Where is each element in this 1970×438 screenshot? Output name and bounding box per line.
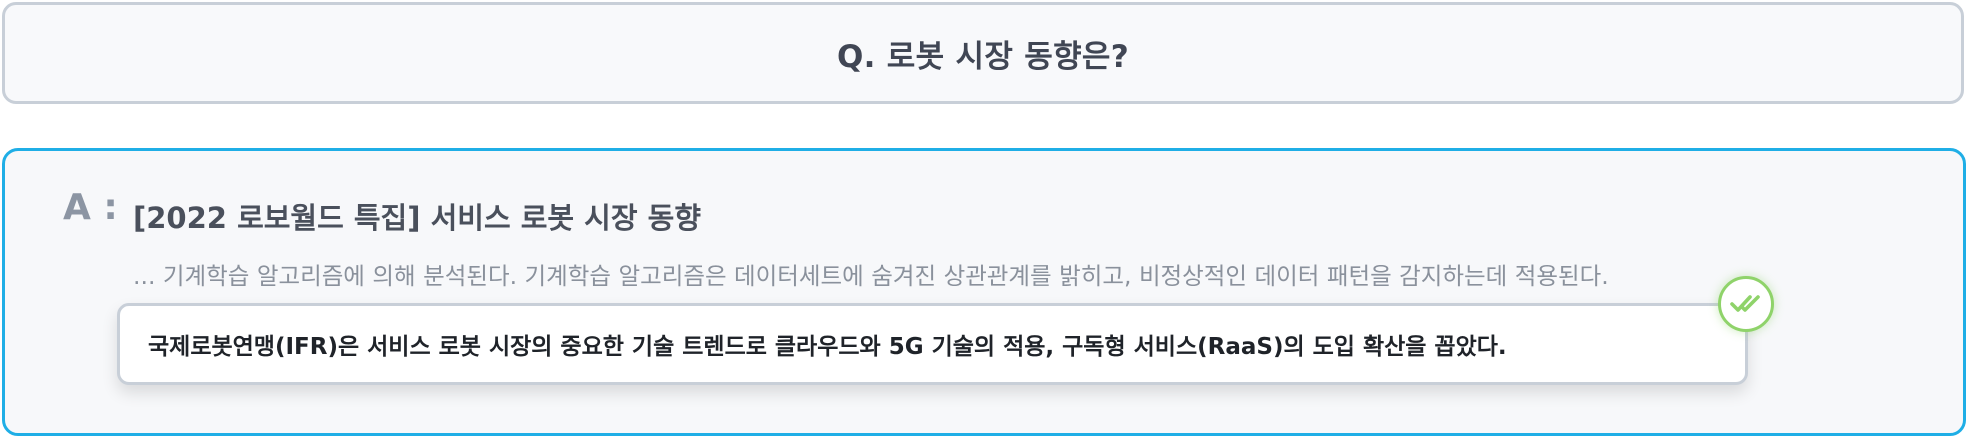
answer-box: A : [2022 로보월드 특집] 서비스 로봇 시장 동향 ... 기계학습…	[2, 148, 1966, 436]
question-text: Q. 로봇 시장 동향은?	[836, 38, 1130, 75]
double-check-svg	[1730, 295, 1760, 312]
highlight-card: 국제로봇연맹(IFR)은 서비스 로봇 시장의 중요한 기술 트렌드로 클라우드…	[117, 303, 1748, 385]
question-box: Q. 로봇 시장 동향은?	[2, 2, 1964, 104]
answer-excerpt: ... 기계학습 알고리즘에 의해 분석된다. 기계학습 알고리즘은 데이터세트…	[133, 262, 1609, 290]
answer-label: A :	[63, 187, 118, 228]
highlight-text: 국제로봇연맹(IFR)은 서비스 로봇 시장의 중요한 기술 트렌드로 클라우드…	[148, 334, 1507, 360]
double-check-icon	[1718, 276, 1774, 332]
answer-title: [2022 로보월드 특집] 서비스 로봇 시장 동향	[133, 201, 701, 235]
